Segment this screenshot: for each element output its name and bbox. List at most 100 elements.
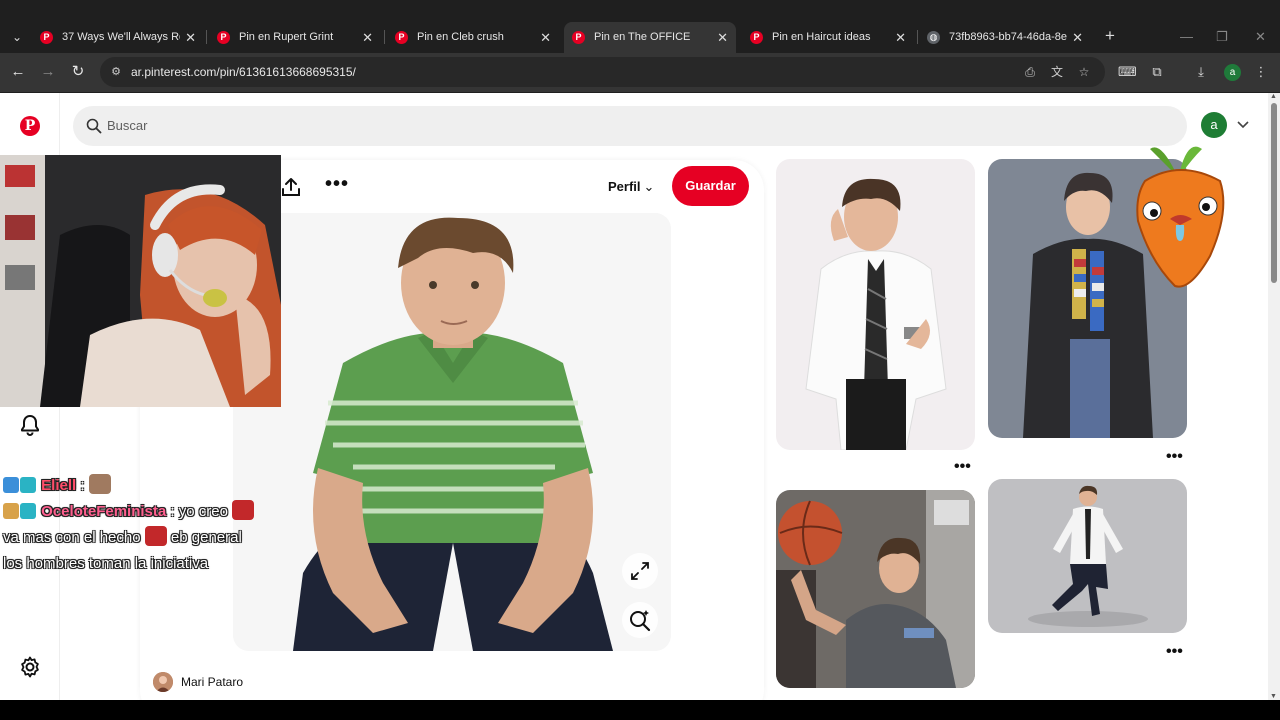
related-pin-4[interactable]: [988, 479, 1187, 633]
tab-1[interactable]: P 37 Ways We'll Always Rem ✕: [32, 22, 204, 53]
chat-separator: :: [166, 503, 175, 520]
related-pin-1[interactable]: [776, 159, 975, 450]
scroll-up-icon[interactable]: ▲: [1270, 93, 1277, 100]
close-icon[interactable]: ✕: [185, 22, 196, 53]
man-in-green-shirt-photo: [233, 213, 671, 651]
chat-text: yo creo: [178, 503, 228, 520]
scrollbar-thumb[interactable]: [1271, 103, 1277, 283]
badge-icon: [20, 477, 36, 493]
man-spinning-basketball-photo: [776, 490, 975, 688]
search-bar[interactable]: Buscar: [73, 106, 1187, 146]
man-jumping-photo: [988, 479, 1187, 633]
browser-toolbar: ← → ↻ ⚙ ar.pinterest.com/pin/61361613668…: [0, 53, 1280, 92]
streamer-webcam-video: [0, 155, 281, 407]
share-upload-icon[interactable]: [280, 176, 302, 198]
screen: ⌄ P 37 Ways We'll Always Rem ✕ P Pin en …: [0, 0, 1280, 720]
new-tab-plus-icon[interactable]: +: [1100, 26, 1120, 46]
bookmark-star-icon[interactable]: ☆: [1076, 64, 1092, 80]
pinterest-page: P Buscar a ••• Perfil ⌄ Guardar Mari Pat…: [0, 93, 1268, 700]
expand-icon[interactable]: [622, 553, 658, 589]
pin-main-image[interactable]: [233, 213, 671, 651]
author-name[interactable]: Mari Pataro: [181, 675, 243, 689]
translate-icon[interactable]: 文: [1049, 64, 1065, 80]
chevron-down-icon[interactable]: [1236, 117, 1250, 131]
emote-icon: [232, 500, 255, 520]
related-pin-3[interactable]: [776, 490, 975, 688]
tab-title: Pin en The OFFICE: [594, 31, 691, 43]
close-icon[interactable]: ✕: [540, 22, 551, 53]
chat-message: OceloteFeminista : yo creo va mas con el…: [3, 499, 265, 577]
pin-more-icon[interactable]: •••: [1166, 449, 1183, 465]
bottom-black-bar: [0, 700, 1280, 720]
chat-separator: :: [76, 477, 85, 494]
emote-icon: [144, 526, 167, 546]
carrot-mascot-icon: [1136, 146, 1225, 288]
pinterest-icon: P: [750, 31, 763, 44]
chat-username: OceloteFeminista: [41, 503, 167, 520]
pinterest-icon: P: [217, 31, 230, 44]
pin-more-icon[interactable]: •••: [954, 459, 971, 475]
tab-search-chevron-icon[interactable]: ⌄: [6, 26, 28, 48]
stream-webcam-overlay: [0, 155, 281, 407]
tab-5[interactable]: P Pin en Haircut ideas ✕: [742, 22, 914, 53]
author-avatar[interactable]: [153, 672, 173, 692]
tab-title: 73fb8963-bb74-46da-8ea: [949, 31, 1067, 43]
stream-chat-overlay: Eliell : OceloteFeminista : yo creo va m…: [3, 473, 265, 577]
tab-3[interactable]: P Pin en Cleb crush ✕: [387, 22, 559, 53]
pin-more-icon[interactable]: •••: [1166, 644, 1183, 660]
emote-icon: [88, 474, 111, 494]
address-bar[interactable]: ⚙ ar.pinterest.com/pin/61361613668695315…: [100, 57, 1105, 87]
badge-icon: [3, 477, 19, 493]
chevron-down-icon: ⌄: [643, 179, 655, 194]
user-avatar[interactable]: a: [1201, 112, 1227, 138]
tab-strip: ⌄ P 37 Ways We'll Always Rem ✕ P Pin en …: [0, 20, 1280, 53]
pinterest-logo-icon[interactable]: P: [20, 116, 40, 136]
search-icon: [86, 118, 102, 134]
restore-icon[interactable]: ❐: [1216, 29, 1228, 45]
tab-title: Pin en Cleb crush: [417, 31, 504, 43]
browser-profile-avatar[interactable]: a: [1224, 64, 1241, 81]
globe-icon: ◍: [927, 31, 940, 44]
save-button[interactable]: Guardar: [672, 166, 749, 206]
tab-title: Pin en Rupert Grint: [239, 31, 334, 43]
visual-search-lens-icon[interactable]: [622, 602, 658, 638]
download-icon[interactable]: ⤓: [1192, 63, 1210, 81]
close-icon[interactable]: ✕: [895, 22, 906, 53]
profile-board-selector[interactable]: Perfil ⌄: [608, 179, 654, 195]
close-icon[interactable]: ✕: [1072, 22, 1083, 53]
extension-translate-icon[interactable]: ⌨: [1118, 63, 1137, 81]
bell-icon[interactable]: [18, 413, 42, 437]
minimize-icon[interactable]: —: [1180, 29, 1193, 44]
pinterest-icon: P: [40, 31, 53, 44]
close-window-icon[interactable]: ✕: [1255, 29, 1266, 45]
tab-4-active[interactable]: P Pin en The OFFICE ✕: [564, 22, 736, 53]
back-arrow-icon[interactable]: ←: [8, 62, 28, 82]
scroll-down-icon[interactable]: ▼: [1270, 693, 1277, 700]
kebab-menu-icon[interactable]: ⋮: [1252, 63, 1270, 81]
chat-message: Eliell :: [3, 473, 265, 499]
badge-icon: [20, 503, 36, 519]
pinterest-icon: P: [572, 31, 585, 44]
install-app-icon[interactable]: ⎙: [1022, 64, 1038, 80]
tab-title: Pin en Haircut ideas: [772, 31, 871, 43]
tab-title: 37 Ways We'll Always Rem: [62, 31, 180, 43]
close-icon[interactable]: ✕: [362, 22, 373, 53]
profile-label: Perfil: [608, 179, 641, 194]
chat-username: Eliell: [41, 477, 77, 494]
forward-arrow-icon[interactable]: →: [38, 62, 58, 82]
pinterest-icon: P: [395, 31, 408, 44]
site-info-icon[interactable]: ⚙: [108, 64, 124, 80]
tab-6[interactable]: ◍ 73fb8963-bb74-46da-8ea ✕: [919, 22, 1091, 53]
badge-icon: [3, 503, 19, 519]
gear-icon[interactable]: [18, 655, 42, 679]
page-scrollbar[interactable]: ▲ ▼: [1268, 93, 1280, 700]
url-text[interactable]: ar.pinterest.com/pin/61361613668695315/: [131, 65, 356, 79]
man-in-tie-photo: [776, 159, 975, 450]
chat-text: va mas con el hecho: [3, 529, 141, 546]
tab-2[interactable]: P Pin en Rupert Grint ✕: [209, 22, 381, 53]
close-icon[interactable]: ✕: [717, 22, 728, 53]
reload-icon[interactable]: ↻: [68, 62, 88, 82]
extensions-puzzle-icon[interactable]: ⧉: [1148, 63, 1166, 81]
more-options-icon[interactable]: •••: [325, 174, 349, 194]
search-placeholder: Buscar: [107, 118, 148, 133]
